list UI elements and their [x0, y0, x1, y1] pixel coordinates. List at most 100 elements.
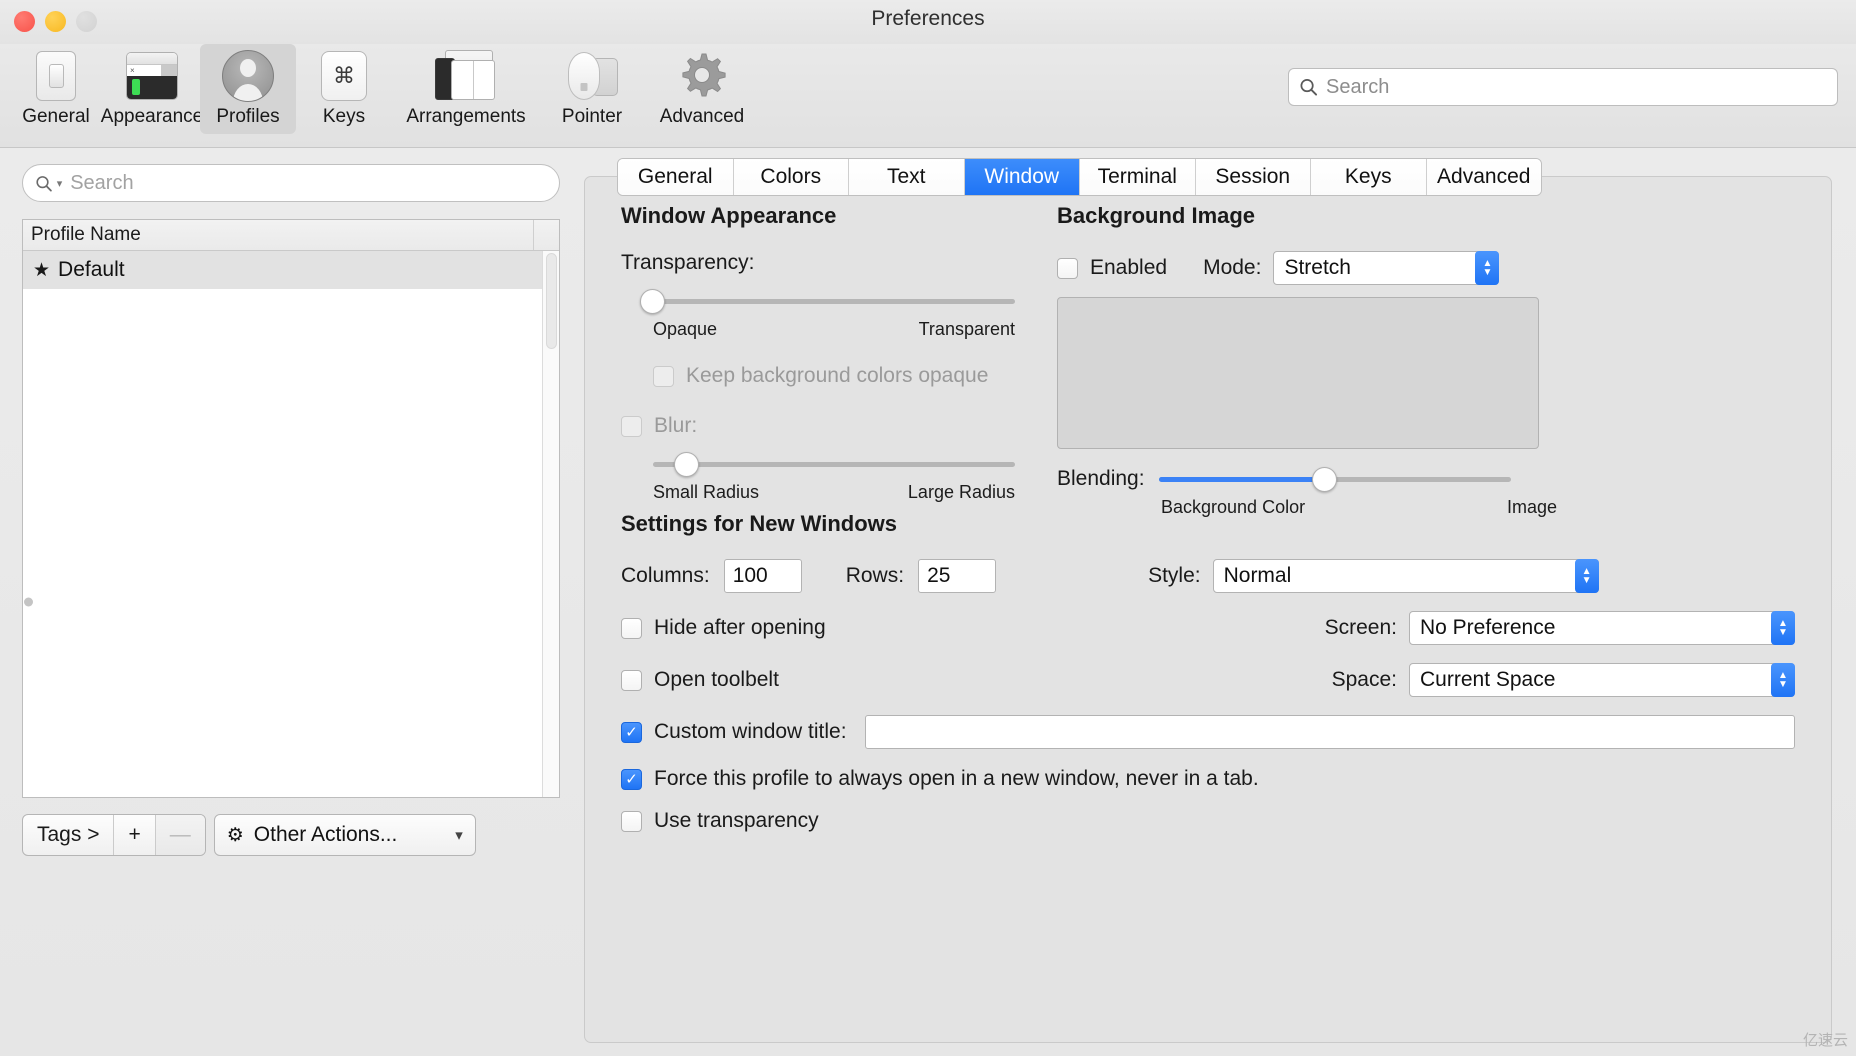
column-header-profile-name[interactable]: Profile Name — [31, 224, 533, 246]
blur-label: Blur: — [654, 414, 697, 438]
rows-input[interactable]: 25 — [918, 559, 996, 593]
background-image-heading: Background Image — [1057, 203, 1539, 229]
profiles-table-body: ★ Default — [23, 251, 559, 797]
blur-min-caption: Small Radius — [653, 482, 759, 503]
settings-pane: Window Appearance Transparency: Opaque T… — [580, 148, 1856, 1055]
advanced-icon — [676, 48, 728, 104]
stepper-arrows-icon[interactable]: ▲▼ — [1771, 611, 1795, 645]
profiles-icon — [222, 48, 274, 104]
force-new-window-label: Force this profile to always open in a n… — [654, 767, 1259, 791]
transparency-max-caption: Transparent — [919, 319, 1015, 340]
add-profile-button[interactable]: + — [114, 815, 155, 855]
profiles-footer-toolbar: Tags > + — ⚙ Other Actions... ▾ — [22, 814, 560, 856]
tab-keys[interactable]: Keys — [1311, 159, 1427, 195]
blur-checkbox[interactable] — [621, 416, 642, 437]
rows-label: Rows: — [846, 564, 904, 588]
open-toolbelt-checkbox[interactable] — [621, 670, 642, 691]
toolbar-search-input[interactable] — [1326, 76, 1827, 99]
keep-bg-opaque-row[interactable]: Keep background colors opaque — [653, 364, 1051, 388]
chevron-down-icon[interactable]: ▾ — [57, 177, 63, 190]
use-transparency-label: Use transparency — [654, 809, 819, 833]
screen-select[interactable]: No Preference ▲▼ — [1409, 611, 1795, 645]
transparency-slider-knob[interactable] — [640, 289, 665, 314]
pointer-icon — [564, 48, 620, 104]
content-area: ▾ Profile Name ★ Default — [0, 148, 1856, 1055]
titlebar: Preferences — [0, 0, 1856, 44]
tab-text[interactable]: Text — [849, 159, 965, 195]
blur-radius-slider-knob[interactable] — [674, 452, 699, 477]
toolbar-item-arrangements[interactable]: Arrangements — [392, 44, 540, 134]
tab-window[interactable]: Window — [965, 159, 1081, 195]
hide-after-opening-checkbox[interactable] — [621, 618, 642, 639]
profiles-table-scrollbar[interactable] — [542, 251, 559, 797]
background-mode-label: Mode: — [1203, 256, 1261, 280]
toolbar-label-general: General — [22, 106, 90, 128]
screen-label: Screen: — [1325, 616, 1397, 640]
toolbar-search-field[interactable] — [1288, 68, 1838, 106]
custom-window-title-input[interactable] — [865, 715, 1795, 749]
toolbar-item-advanced[interactable]: Advanced — [644, 44, 760, 134]
other-actions-label: Other Actions... — [254, 823, 398, 847]
preferences-window: Preferences General × Appearance — [0, 0, 1856, 1056]
stepper-arrows-icon[interactable]: ▲▼ — [1575, 559, 1599, 593]
split-view-handle[interactable] — [24, 597, 33, 606]
toolbar-label-keys: Keys — [323, 106, 365, 128]
background-image-enabled-checkbox[interactable] — [1057, 258, 1078, 279]
stepper-arrows-icon[interactable]: ▲▼ — [1475, 251, 1499, 285]
scrollbar-thumb[interactable] — [546, 253, 557, 349]
stepper-arrows-icon[interactable]: ▲▼ — [1771, 663, 1795, 697]
style-select[interactable]: Normal ▲▼ — [1213, 559, 1599, 593]
default-profile-star-icon: ★ — [33, 259, 50, 282]
window-appearance-heading: Window Appearance — [621, 203, 1051, 229]
table-row[interactable]: ★ Default — [23, 251, 559, 289]
profile-name-cell: Default — [58, 258, 125, 282]
profiles-sidebar: ▾ Profile Name ★ Default — [0, 148, 580, 1055]
background-image-preview-well[interactable] — [1057, 297, 1539, 449]
transparency-min-caption: Opaque — [653, 319, 717, 340]
tab-session[interactable]: Session — [1196, 159, 1312, 195]
blur-radius-slider[interactable] — [653, 452, 1015, 476]
custom-window-title-checkbox[interactable]: ✓ — [621, 722, 642, 743]
style-label: Style: — [1148, 564, 1201, 588]
profiles-table: Profile Name ★ Default — [22, 219, 560, 798]
new-windows-heading: Settings for New Windows — [621, 511, 1795, 537]
arrangements-icon — [435, 48, 497, 104]
transparency-slider[interactable] — [653, 289, 1015, 313]
columns-label: Columns: — [621, 564, 710, 588]
column-header-spacer — [533, 220, 559, 250]
columns-value: 100 — [733, 564, 768, 588]
gear-icon: ⚙ — [227, 824, 244, 847]
space-select[interactable]: Current Space ▲▼ — [1409, 663, 1795, 697]
blur-row[interactable]: Blur: — [621, 414, 1051, 438]
profiles-table-header: Profile Name — [23, 220, 559, 251]
space-value: Current Space — [1420, 668, 1555, 692]
toolbar-item-pointer[interactable]: Pointer — [540, 44, 644, 134]
force-new-window-checkbox[interactable]: ✓ — [621, 769, 642, 790]
columns-input[interactable]: 100 — [724, 559, 802, 593]
toolbar-item-general[interactable]: General — [8, 44, 104, 134]
blending-slider[interactable] — [1159, 467, 1511, 491]
keys-icon: ⌘ — [321, 48, 367, 104]
profile-search-input[interactable] — [70, 172, 547, 195]
blending-slider-knob[interactable] — [1312, 467, 1337, 492]
toolbar-item-keys[interactable]: ⌘ Keys — [296, 44, 392, 134]
background-mode-value: Stretch — [1284, 256, 1351, 280]
tab-terminal[interactable]: Terminal — [1080, 159, 1196, 195]
other-actions-button[interactable]: ⚙ Other Actions... ▾ — [214, 814, 476, 856]
tab-advanced[interactable]: Advanced — [1427, 159, 1542, 195]
chevron-down-icon: ▾ — [455, 826, 463, 844]
toolbar-label-appearance: Appearance — [101, 106, 203, 128]
toolbar-item-profiles[interactable]: Profiles — [200, 44, 296, 134]
tags-button[interactable]: Tags > — [23, 815, 114, 855]
keep-bg-opaque-checkbox[interactable] — [653, 366, 674, 387]
toolbar-item-appearance[interactable]: × Appearance — [104, 44, 200, 134]
tab-general[interactable]: General — [618, 159, 734, 195]
tab-colors[interactable]: Colors — [734, 159, 850, 195]
background-image-section: Background Image Enabled Mode: Stretch ▲… — [1057, 203, 1539, 518]
screen-value: No Preference — [1420, 616, 1555, 640]
window-appearance-section: Window Appearance Transparency: Opaque T… — [621, 203, 1051, 503]
profile-search-field[interactable]: ▾ — [22, 164, 560, 202]
background-mode-select[interactable]: Stretch ▲▼ — [1273, 251, 1499, 285]
use-transparency-checkbox[interactable] — [621, 811, 642, 832]
remove-profile-button[interactable]: — — [156, 815, 205, 855]
